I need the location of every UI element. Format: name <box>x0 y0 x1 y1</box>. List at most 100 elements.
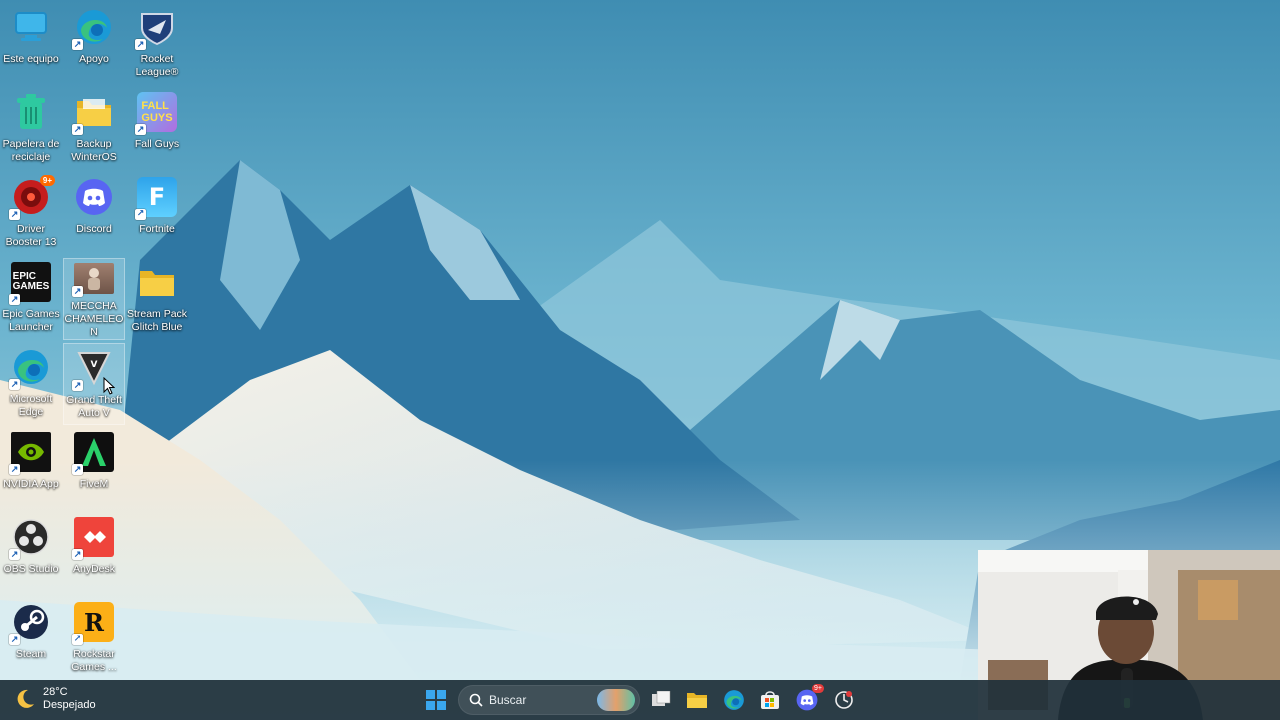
shortcut-arrow-icon: ↗ <box>72 286 83 297</box>
task-view-icon <box>652 691 671 706</box>
rockstar-icon: R ↗ <box>72 602 114 645</box>
desktop-icon-backup-winteros[interactable]: ↗ Backup WinterOS <box>63 88 125 170</box>
rockstar-icon <box>835 691 853 709</box>
shortcut-arrow-icon: ↗ <box>72 634 83 645</box>
store-icon <box>761 691 779 709</box>
fivem-icon: ↗ <box>72 432 114 475</box>
shortcut-arrow-icon: ↗ <box>9 549 20 560</box>
shortcut-arrow-icon: ↗ <box>135 39 146 50</box>
svg-text:V: V <box>91 360 98 370</box>
shortcut-arrow-icon: ↗ <box>72 549 83 560</box>
icon-label: Este equipo <box>3 53 59 65</box>
shortcut-arrow-icon: ↗ <box>9 634 20 645</box>
shortcut-arrow-icon: ↗ <box>9 294 20 305</box>
edge-icon: ↗ <box>72 7 114 50</box>
nvidia-icon: ↗ <box>9 432 51 475</box>
desktop-icon-epic-games[interactable]: EPIC GAMES ↗ Epic Games Launcher <box>0 258 62 340</box>
icon-label: OBS Studio <box>3 563 59 575</box>
icon-label: Stream Pack Glitch Blue <box>126 308 188 333</box>
search-highlight-image <box>597 689 635 711</box>
folder-icon: ↗ <box>72 92 114 135</box>
driver-booster-icon: 9+ ↗ <box>9 175 55 220</box>
shortcut-arrow-icon: ↗ <box>72 124 83 135</box>
icon-label: Epic Games Launcher <box>2 308 60 333</box>
desktop-icon-microsoft-edge[interactable]: ↗ Microsoft Edge <box>0 343 62 425</box>
search-placeholder: Buscar <box>489 693 527 707</box>
icon-label: Steam <box>15 648 47 660</box>
discord-taskbar-button[interactable]: 9+ <box>793 684 824 714</box>
store-button[interactable] <box>756 686 784 714</box>
anydesk-icon: ↗ <box>72 517 114 560</box>
icon-label: Fortnite <box>139 223 175 235</box>
desktop-icon-driver-booster[interactable]: 9+ ↗ Driver Booster 13 <box>0 173 62 255</box>
icon-label: AnyDesk <box>72 563 115 575</box>
folder-icon <box>687 693 707 708</box>
notification-badge: 9+ <box>812 684 824 693</box>
shortcut-arrow-icon: ↗ <box>9 209 20 220</box>
shortcut-arrow-icon: ↗ <box>135 209 146 220</box>
weather-text: 28°C Despejado <box>43 686 96 712</box>
mouse-cursor-icon <box>103 377 115 395</box>
desktop-icon-fall-guys[interactable]: FALL GUYS ↗ Fall Guys <box>126 88 188 170</box>
desktop-icon-steam[interactable]: ↗ Steam <box>0 598 62 680</box>
start-button[interactable] <box>422 686 450 714</box>
desktop-icon-nvidia-app[interactable]: ↗ NVIDIA App <box>0 428 62 510</box>
icon-label: Rockstar Games ... <box>71 648 117 673</box>
task-view-button[interactable] <box>647 686 675 714</box>
edge-taskbar-button[interactable] <box>720 686 748 714</box>
icon-label: Grand Theft Auto V <box>66 394 122 419</box>
desktop-icon-papelera[interactable]: Papelera de reciclaje <box>0 88 62 170</box>
icon-label: Rocket League® <box>135 53 179 78</box>
edge-icon <box>724 690 744 710</box>
shortcut-arrow-icon: ↗ <box>135 124 146 135</box>
notification-badge: 9+ <box>39 175 55 186</box>
desktop-icon-fivem[interactable]: ↗ FiveM <box>63 428 125 510</box>
icon-label: Papelera de reciclaje <box>2 138 60 163</box>
fortnite-icon: F ↗ <box>135 177 177 220</box>
desktop-icon-este-equipo[interactable]: Este equipo <box>0 3 62 85</box>
weather-temperature: 28°C <box>43 686 68 698</box>
desktop-icon-discord[interactable]: Discord <box>63 173 125 255</box>
monitor-icon <box>11 7 51 47</box>
search-icon <box>469 693 483 707</box>
icon-label: Microsoft Edge <box>9 393 53 418</box>
discord-icon <box>74 177 114 217</box>
recycle-bin-icon <box>11 92 51 132</box>
desktop-icon-apoyo[interactable]: ↗ Apoyo <box>63 3 125 85</box>
shortcut-arrow-icon: ↗ <box>72 464 83 475</box>
icon-label: NVIDIA App <box>3 478 59 490</box>
desktop-icon-stream-pack[interactable]: Stream Pack Glitch Blue <box>126 258 188 340</box>
steam-icon: ↗ <box>9 602 51 645</box>
shortcut-arrow-icon: ↗ <box>72 380 83 391</box>
obs-icon: ↗ <box>9 517 51 560</box>
icon-label: Discord <box>76 223 112 235</box>
desktop-icon-meccha-chameleon[interactable]: ↗ MECCHA CHAMELEON <box>63 258 125 340</box>
meccha-chameleon-icon: ↗ <box>72 263 114 297</box>
icon-label: MECCHA CHAMELEON <box>64 300 124 338</box>
rocket-league-icon: ↗ <box>135 7 177 50</box>
epic-games-icon: EPIC GAMES ↗ <box>9 262 51 305</box>
desktop-icon-obs-studio[interactable]: ↗ OBS Studio <box>0 513 62 595</box>
icon-label: FiveM <box>79 478 109 490</box>
search-input[interactable]: Buscar <box>458 685 640 715</box>
moon-icon <box>17 689 34 708</box>
rockstar-launcher-button[interactable] <box>830 686 858 714</box>
fall-guys-icon: FALL GUYS ↗ <box>135 92 177 135</box>
desktop-icon-anydesk[interactable]: ↗ AnyDesk <box>63 513 125 595</box>
icon-label: Driver Booster 13 <box>5 223 57 248</box>
icon-label: Apoyo <box>79 53 109 65</box>
icon-label: Backup WinterOS <box>71 138 117 163</box>
file-explorer-button[interactable] <box>683 686 711 714</box>
icon-label: Fall Guys <box>134 138 180 150</box>
folder-icon <box>137 262 177 302</box>
desktop-icon-rockstar-games[interactable]: R ↗ Rockstar Games ... <box>63 598 125 680</box>
desktop-icon-fortnite[interactable]: F ↗ Fortnite <box>126 173 188 255</box>
windows-icon <box>426 690 446 710</box>
edge-icon: ↗ <box>9 347 51 390</box>
weather-widget[interactable]: 28°C Despejado <box>14 686 96 712</box>
desktop-icon-rocket-league[interactable]: ↗ Rocket League® <box>126 3 188 85</box>
shortcut-arrow-icon: ↗ <box>72 39 83 50</box>
taskbar: 28°C Despejado Buscar 9+ <box>0 680 1280 720</box>
desktop-icon-gta-v[interactable]: V ↗ Grand Theft Auto V <box>63 343 125 425</box>
shortcut-arrow-icon: ↗ <box>9 379 20 390</box>
